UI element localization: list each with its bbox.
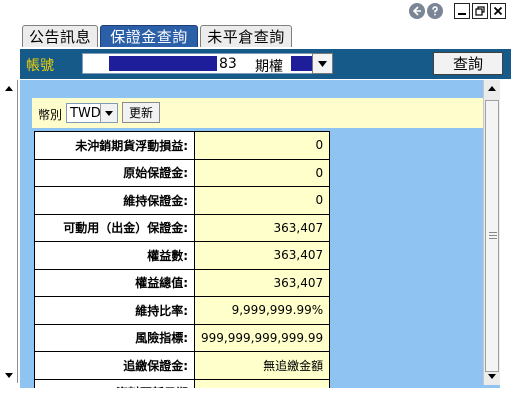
chevron-down-icon	[318, 60, 327, 67]
account-bar: 帳號 83 期權 查詢	[20, 49, 511, 79]
row-value: 0	[193, 158, 331, 187]
scroll-down-icon[interactable]	[484, 368, 500, 385]
table-row: 權益數: 363,407	[34, 241, 331, 270]
currency-bar: 幣別 TWD 更新	[32, 98, 486, 128]
row-value: 0	[193, 186, 331, 215]
table-row: 維持保證金: 0	[34, 186, 331, 215]
row-value: 363,407	[193, 213, 331, 242]
currency-value: TWD	[70, 106, 101, 121]
tab-open-positions[interactable]: 未平倉查詢	[200, 25, 292, 47]
row-label: 權益數:	[34, 241, 195, 270]
scroll-thumb[interactable]	[485, 100, 499, 372]
row-label: 維持保證金:	[34, 186, 195, 215]
maximize-icon[interactable]	[472, 3, 488, 19]
table-row: 權益總值: 363,407	[34, 268, 331, 297]
row-value: 無追繳金額	[193, 351, 331, 380]
row-label: 維持比率:	[34, 296, 195, 325]
row-label: 追繳保證金:	[34, 351, 195, 380]
account-type-label: 期權	[255, 59, 283, 75]
account-redacted	[109, 56, 217, 71]
left-scroll-up-icon[interactable]	[0, 80, 17, 96]
margin-content: 幣別 TWD 更新 未沖銷期貨浮動損益: 0 原始保證金: 0 維持保證金: 0 可動用（出…	[20, 80, 500, 398]
tab-bar: 公告訊息 保證金查詢 未平倉查詢	[0, 22, 531, 47]
right-edge	[500, 80, 531, 418]
tab-margin-query[interactable]: 保證金查詢	[100, 25, 198, 47]
account-dropdown-button[interactable]	[312, 53, 333, 74]
close-icon[interactable]	[490, 3, 506, 19]
table-row: 維持比率: 9,999,999.99%	[34, 296, 331, 325]
row-label: 原始保證金:	[34, 158, 195, 187]
scroll-up-icon[interactable]	[484, 80, 500, 97]
vertical-scrollbar[interactable]	[483, 80, 500, 385]
currency-select[interactable]: TWD	[66, 103, 118, 123]
table-row: 可動用（出金）保證金: 363,407	[34, 213, 331, 242]
help-icon[interactable]	[427, 3, 443, 19]
row-value: 0	[193, 131, 331, 160]
back-icon[interactable]	[409, 3, 425, 19]
minimize-icon[interactable]	[454, 3, 470, 19]
table-row: 風險指標: 999,999,999,999.99	[34, 323, 331, 352]
account-number-suffix: 83	[219, 56, 237, 72]
row-label: 可動用（出金）保證金:	[34, 213, 195, 242]
margin-table: 未沖銷期貨浮動損益: 0 原始保證金: 0 維持保證金: 0 可動用（出金）保證金: 363,…	[34, 131, 331, 398]
table-row: 追繳保證金: 無追繳金額	[34, 351, 331, 380]
refresh-button[interactable]: 更新	[122, 102, 160, 123]
bottom-strip	[0, 388, 531, 418]
left-scroll-down-icon[interactable]	[0, 367, 17, 383]
left-panel	[0, 80, 18, 383]
table-row: 原始保證金: 0	[34, 158, 331, 187]
chevron-down-icon	[105, 110, 113, 116]
currency-dropdown-button[interactable]	[100, 104, 117, 122]
currency-label: 幣別	[38, 108, 63, 122]
row-value: 999,999,999,999.99	[193, 323, 331, 352]
grip-line	[489, 238, 497, 239]
grip-line	[489, 235, 497, 236]
table-row: 未沖銷期貨浮動損益: 0	[34, 131, 331, 160]
row-value: 363,407	[193, 268, 331, 297]
row-label: 未沖銷期貨浮動損益:	[34, 131, 195, 160]
account-label: 帳號	[26, 58, 54, 74]
row-value: 363,407	[193, 241, 331, 270]
account-select[interactable]: 83 期權	[82, 53, 332, 75]
row-label: 權益總值:	[34, 268, 195, 297]
row-label: 風險指標:	[34, 323, 195, 352]
query-button[interactable]: 查詢	[433, 52, 503, 75]
grip-line	[489, 232, 497, 233]
title-bar	[0, 0, 531, 22]
tab-announcements[interactable]: 公告訊息	[22, 25, 98, 47]
row-value: 9,999,999.99%	[193, 296, 331, 325]
